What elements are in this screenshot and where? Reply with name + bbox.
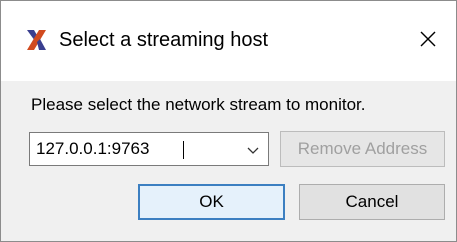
ok-button[interactable]: OK bbox=[138, 184, 285, 220]
chevron-down-icon[interactable] bbox=[246, 143, 260, 157]
title-bar: Select a streaming host bbox=[1, 1, 456, 81]
cancel-button[interactable]: Cancel bbox=[299, 184, 445, 220]
streaming-host-dialog: Select a streaming host Please select th… bbox=[0, 0, 457, 242]
x-logo-icon bbox=[27, 30, 46, 50]
host-combobox-value[interactable]: 127.0.0.1:9763 bbox=[36, 133, 149, 165]
close-button[interactable] bbox=[414, 25, 442, 53]
remove-address-button[interactable]: Remove Address bbox=[280, 131, 445, 167]
text-caret bbox=[183, 141, 184, 159]
close-icon bbox=[420, 31, 436, 47]
prompt-label: Please select the network stream to moni… bbox=[31, 95, 366, 114]
host-combobox[interactable]: 127.0.0.1:9763 bbox=[29, 132, 269, 166]
dialog-title: Select a streaming host bbox=[59, 29, 268, 51]
